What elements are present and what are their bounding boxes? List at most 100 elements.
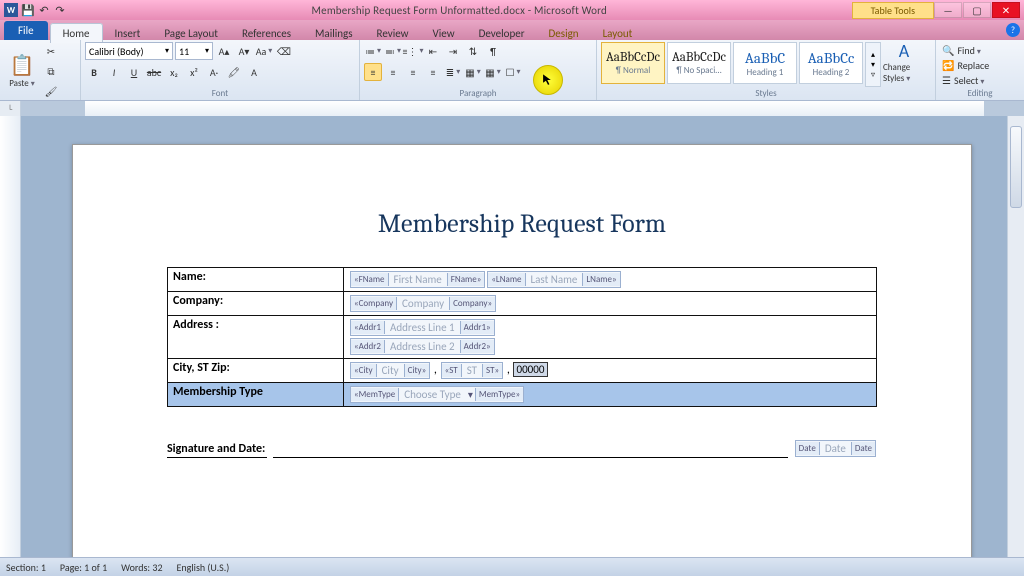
borders-icon[interactable]: ☐: [504, 63, 522, 81]
content-control-company[interactable]: «CompanyCompanyCompany»: [350, 295, 496, 312]
status-section[interactable]: Section: 1: [6, 561, 46, 574]
style--normal[interactable]: AaBbCcDc¶ Normal: [601, 42, 665, 84]
table-row[interactable]: City, ST Zip:«CityCityCity» , «STSTST» ,…: [168, 359, 877, 383]
row-label: Company:: [168, 292, 344, 316]
content-control-st[interactable]: «STSTST»: [441, 362, 504, 379]
minimize-button[interactable]: —: [934, 2, 962, 18]
select-icon: ☰: [942, 74, 951, 87]
date-content-control[interactable]: Date Date Date: [795, 440, 876, 457]
bold-icon[interactable]: B: [85, 63, 103, 81]
subscript-icon[interactable]: x₂: [165, 63, 183, 81]
line-spacing-icon[interactable]: ≣: [444, 63, 462, 81]
replace-icon: 🔁: [942, 59, 954, 72]
align-center-icon[interactable]: ≡: [384, 63, 402, 81]
vertical-scrollbar[interactable]: [1007, 116, 1024, 558]
content-control-memtype[interactable]: «MemTypeChoose Type▾MemType»: [350, 386, 524, 403]
sort-icon[interactable]: ⇅: [464, 42, 482, 60]
app-icon: W: [4, 3, 18, 17]
row-fields[interactable]: «CityCityCity» , «STSTST» , 00000: [344, 359, 877, 383]
change-case-icon[interactable]: Aa: [255, 42, 273, 60]
superscript-icon[interactable]: x²: [185, 63, 203, 81]
paste-button[interactable]: 📋 Paste: [4, 49, 40, 93]
show-marks-icon[interactable]: ¶: [484, 42, 502, 60]
change-styles-button[interactable]: AChange Styles: [883, 42, 925, 82]
content-control-addr2[interactable]: «Addr2Address Line 2Addr2»: [350, 338, 495, 355]
format-painter-icon[interactable]: 🖌: [42, 82, 60, 100]
row-fields[interactable]: «Addr1Address Line 1Addr1» «Addr2Address …: [344, 316, 877, 359]
shading-icon[interactable]: ▦: [464, 63, 482, 81]
group-styles: AaBbCcDc¶ NormalAaBbCcDc¶ No Spaci…AaBbC…: [597, 40, 936, 100]
copy-icon[interactable]: ⧉: [42, 62, 60, 80]
close-button[interactable]: ✕: [992, 2, 1020, 18]
strike-icon[interactable]: abc: [145, 63, 163, 81]
style-heading-1[interactable]: AaBbCHeading 1: [733, 42, 797, 84]
qat-save-icon[interactable]: 💾: [21, 3, 35, 17]
signature-line: [273, 457, 787, 458]
numbering-icon[interactable]: ≕: [384, 42, 402, 60]
table-row[interactable]: Membership Type «MemTypeChoose Type▾MemTy…: [168, 383, 877, 407]
indent-icon[interactable]: ⇥: [444, 42, 462, 60]
vertical-ruler[interactable]: [0, 116, 21, 558]
italic-icon[interactable]: I: [105, 63, 123, 81]
bullets-icon[interactable]: ≔: [364, 42, 382, 60]
font-color-icon[interactable]: A: [245, 63, 263, 81]
justify-icon[interactable]: ≡: [424, 63, 442, 81]
table-row[interactable]: Address :«Addr1Address Line 1Addr1»«Addr…: [168, 316, 877, 359]
scrollbar-thumb[interactable]: [1010, 126, 1022, 208]
shrink-font-icon[interactable]: A▾: [235, 42, 253, 60]
group-label-font: Font: [85, 87, 355, 100]
status-language[interactable]: English (U.S.): [177, 561, 230, 574]
title-bar: W 💾 ↶ ↷ Membership Request Form Unformat…: [0, 0, 1024, 20]
row-label: City, ST Zip:: [168, 359, 344, 383]
group-font: Calibri (Body)▾ 11▾ A▴ A▾ Aa ⌫ BIUabcx₂x…: [81, 40, 360, 100]
status-page[interactable]: Page: 1 of 1: [60, 561, 107, 574]
cut-icon[interactable]: ✂: [42, 42, 60, 60]
dedent-icon[interactable]: ⇤: [424, 42, 442, 60]
tab-file[interactable]: File: [4, 21, 48, 40]
font-name-combo[interactable]: Calibri (Body)▾: [85, 42, 173, 60]
qat-undo-icon[interactable]: ↶: [37, 3, 51, 17]
style-heading-2[interactable]: AaBbCcHeading 2: [799, 42, 863, 84]
font-size-combo[interactable]: 11▾: [175, 42, 213, 60]
row-fields[interactable]: «FNameFirst NameFName»«LNameLast NameLNa…: [344, 268, 877, 292]
shading-2-icon[interactable]: ▦: [484, 63, 502, 81]
align-left-icon[interactable]: ≡: [364, 63, 382, 81]
table-row[interactable]: Company: «CompanyCompanyCompany»: [168, 292, 877, 316]
dropdown-arrow-icon[interactable]: ▾: [466, 388, 475, 401]
style--no-spaci-[interactable]: AaBbCcDc¶ No Spaci…: [667, 42, 731, 84]
window-title: Membership Request Form Unformatted.docx…: [67, 4, 852, 17]
form-table[interactable]: Name:«FNameFirst NameFName»«LNameLast Na…: [167, 267, 877, 407]
row-label: Membership Type: [168, 383, 344, 407]
underline-icon[interactable]: U: [125, 63, 143, 81]
group-clipboard: 📋 Paste ✂ ⧉ 🖌 Clipboard: [0, 40, 81, 100]
help-icon[interactable]: ?: [1006, 23, 1020, 37]
content-control-addr1[interactable]: «Addr1Address Line 1Addr1»: [350, 319, 495, 336]
text-effects-icon[interactable]: A·: [205, 63, 223, 81]
signature-label: Signature and Date:: [167, 442, 267, 458]
content-control-fname[interactable]: «FNameFirst NameFName»: [350, 271, 485, 288]
align-right-icon[interactable]: ≡: [404, 63, 422, 81]
row-fields[interactable]: «MemTypeChoose Type▾MemType»: [344, 383, 877, 407]
zip-field[interactable]: 00000: [513, 362, 549, 377]
table-row[interactable]: Name:«FNameFirst NameFName»«LNameLast Na…: [168, 268, 877, 292]
row-fields[interactable]: «CompanyCompanyCompany»: [344, 292, 877, 316]
status-words[interactable]: Words: 32: [121, 561, 162, 574]
content-control-lname[interactable]: «LNameLast NameLName»: [487, 271, 620, 288]
ribbon: 📋 Paste ✂ ⧉ 🖌 Clipboard Calibri (Body)▾ …: [0, 40, 1024, 101]
select-button[interactable]: ☰Select: [942, 74, 1018, 87]
qat-redo-icon[interactable]: ↷: [53, 3, 67, 17]
grow-font-icon[interactable]: A▴: [215, 42, 233, 60]
multilevel-icon[interactable]: ≡⋮: [404, 42, 422, 60]
highlight-icon[interactable]: 🖍: [225, 63, 243, 81]
maximize-button[interactable]: ▢: [963, 2, 991, 18]
cursor-highlight: [533, 65, 563, 95]
replace-button[interactable]: 🔁Replace: [942, 59, 1018, 72]
contextual-tab-label: Table Tools: [852, 2, 934, 19]
find-button[interactable]: 🔍Find: [942, 44, 1018, 57]
page[interactable]: Membership Request Form Name:«FNameFirst…: [72, 144, 972, 558]
clear-format-icon[interactable]: ⌫: [275, 42, 293, 60]
tab-selector[interactable]: └: [0, 101, 21, 117]
styles-more-button[interactable]: ▴▾▿: [865, 42, 881, 87]
content-control-city[interactable]: «CityCityCity»: [350, 362, 430, 379]
ribbon-tabs: File HomeInsertPage LayoutReferencesMail…: [0, 20, 1024, 40]
